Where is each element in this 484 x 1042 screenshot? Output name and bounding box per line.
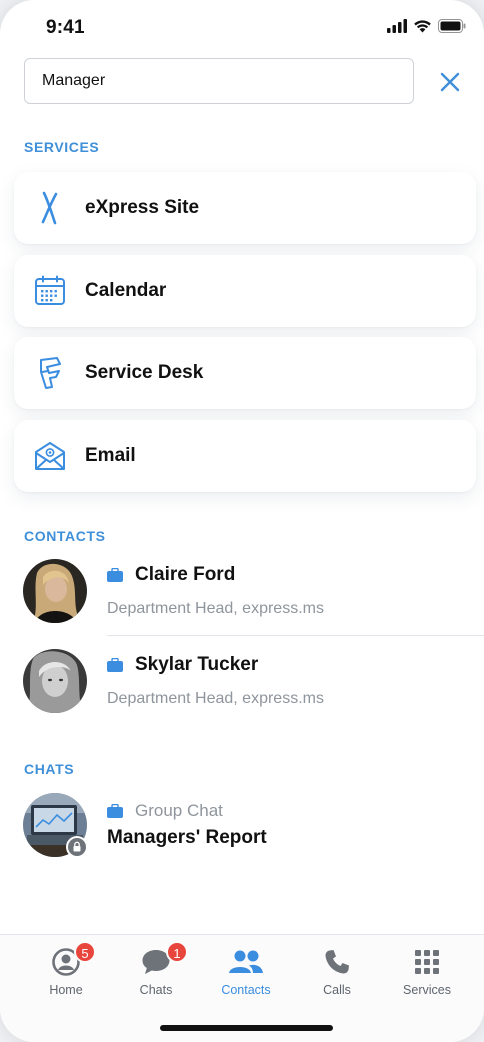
contact-name-row: Claire Ford: [107, 564, 235, 586]
phone-icon: [325, 950, 349, 974]
signal-icon: [387, 19, 407, 33]
service-item-service-desk[interactable]: Service Desk: [14, 337, 476, 409]
contact-subtitle: Department Head, express.ms: [107, 690, 324, 707]
tab-label: Home: [49, 983, 83, 997]
tab-label: Contacts: [221, 983, 271, 997]
service-label: Email: [85, 445, 136, 466]
contact-name-row: Skylar Tucker: [107, 654, 258, 676]
phone-screen: 9:41 SERVICES: [0, 0, 484, 1042]
clear-search-button[interactable]: [436, 68, 464, 96]
briefcase-icon: [107, 658, 123, 672]
avatar: [23, 649, 87, 713]
status-time: 9:41: [46, 17, 85, 38]
tab-icon-wrap: [379, 945, 475, 979]
contact-row[interactable]: Skylar Tucker Department Head, express.m…: [0, 645, 484, 735]
status-icons: [387, 19, 466, 33]
wifi-icon: [414, 20, 431, 33]
status-bar: 9:41: [0, 0, 484, 56]
tab-label: Chats: [139, 983, 173, 997]
tab-icon-wrap: 5: [18, 941, 114, 979]
battery-icon: [438, 19, 466, 33]
contact-name: Skylar Tucker: [135, 654, 259, 675]
email-icon: [31, 437, 69, 475]
service-desk-icon: [31, 354, 69, 392]
chat-type-label: Group Chat: [135, 801, 223, 820]
tab-home[interactable]: 5 Home: [18, 941, 114, 1005]
express-logo-icon: [31, 189, 69, 227]
tab-contacts[interactable]: Contacts: [198, 945, 294, 1005]
service-label: eXpress Site: [85, 197, 200, 218]
tab-label: Calls: [323, 983, 351, 997]
tab-calls[interactable]: Calls: [289, 945, 385, 1005]
service-label: Calendar: [85, 280, 167, 301]
contacts-icon: [229, 950, 263, 973]
chat-name: Managers' Report: [107, 827, 267, 848]
section-title-chats: CHATS: [24, 761, 75, 777]
tab-icon-wrap: [289, 945, 385, 979]
section-title-services: SERVICES: [24, 139, 100, 155]
home-indicator[interactable]: [160, 1025, 333, 1031]
avatar: [23, 559, 87, 623]
chats-badge: 1: [166, 941, 188, 963]
tab-services[interactable]: Services: [379, 945, 475, 1005]
divider: [107, 635, 484, 636]
home-badge: 5: [74, 941, 96, 963]
service-item-calendar[interactable]: Calendar: [14, 255, 476, 327]
service-label: Service Desk: [85, 362, 204, 383]
chat-row[interactable]: Group Chat Managers' Report: [0, 788, 484, 878]
briefcase-icon: [107, 804, 123, 818]
contact-row[interactable]: Claire Ford Department Head, express.ms: [0, 555, 484, 645]
contact-name: Claire Ford: [135, 564, 236, 585]
lock-badge-icon: [66, 836, 88, 858]
close-icon: [440, 72, 460, 92]
tab-icon-wrap: 1: [108, 941, 204, 979]
tab-label: Services: [403, 983, 451, 997]
tab-icon-wrap: [198, 945, 294, 979]
tab-chats[interactable]: 1 Chats: [108, 941, 204, 1005]
contact-subtitle: Department Head, express.ms: [107, 600, 324, 617]
service-item-email[interactable]: Email: [14, 420, 476, 492]
service-item-express-site[interactable]: eXpress Site: [14, 172, 476, 244]
chat-type-row: Group Chat: [107, 801, 223, 821]
section-title-contacts: CONTACTS: [24, 528, 106, 544]
calendar-icon: [31, 272, 69, 310]
briefcase-icon: [107, 568, 123, 582]
search-input[interactable]: [24, 58, 414, 104]
grid-icon: [415, 950, 439, 974]
